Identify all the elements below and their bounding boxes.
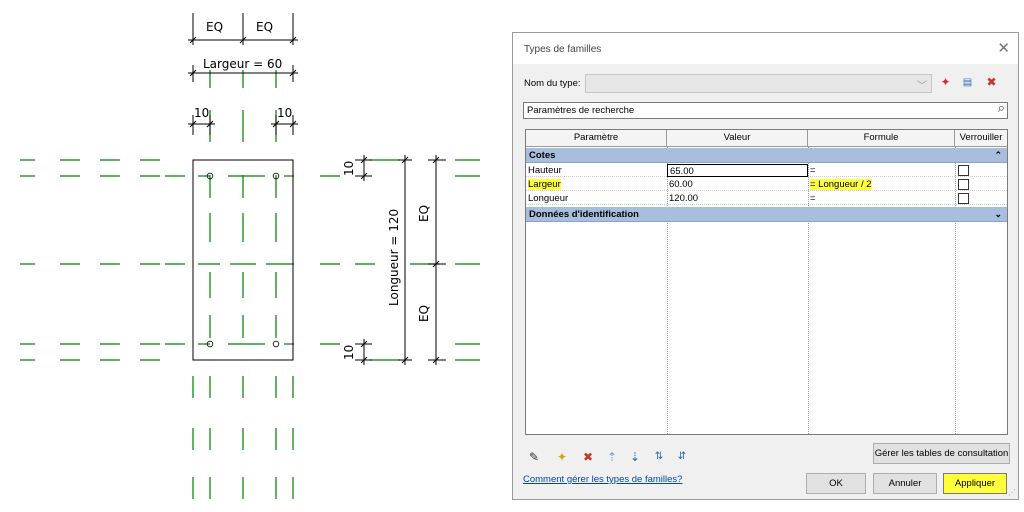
param-name: Longueur <box>528 193 569 204</box>
group-row-identification[interactable]: Données d'identification ⌄ <box>526 207 1007 222</box>
lock-checkbox[interactable] <box>958 165 969 176</box>
type-name-select[interactable]: ﹀ <box>585 74 932 93</box>
delete-type-icon[interactable]: ✖ <box>983 74 1000 91</box>
table-row[interactable]: Largeur 60.00 = Longueur / 2 <box>526 178 1007 191</box>
column-header-formule[interactable]: Formule <box>808 130 955 147</box>
reference-planes <box>20 70 480 499</box>
dialog-titlebar[interactable]: Types de familles ✕ <box>513 33 1018 64</box>
type-name-label: Nom du type: <box>524 78 581 89</box>
apply-button[interactable]: Appliquer <box>943 473 1007 494</box>
param-value-input[interactable]: 120.00 <box>667 192 808 205</box>
param-formula-input[interactable]: = Longueur / 2 <box>808 178 955 191</box>
param-formula-input[interactable]: = <box>808 164 955 177</box>
manage-lookup-tables-button[interactable]: Gérer les tables de consultation <box>873 443 1010 464</box>
sort-descending-icon[interactable]: ⇵ <box>673 449 691 465</box>
search-placeholder: Paramètres de recherche <box>527 105 635 116</box>
param-formula-highlight: = Longueur / 2 <box>810 179 872 190</box>
dim-eq-upper[interactable]: EQ <box>417 205 431 222</box>
help-link[interactable]: Comment gérer les types de familles? <box>523 474 682 485</box>
lock-checkbox[interactable] <box>958 179 969 190</box>
rename-type-icon[interactable]: ▤ <box>959 74 976 91</box>
param-name-highlight: Largeur <box>528 179 561 190</box>
move-up-icon[interactable]: ⇡ <box>603 449 621 465</box>
group-label: Données d'identification <box>529 209 639 220</box>
new-parameter-icon[interactable]: ✦ <box>553 449 571 465</box>
new-type-icon[interactable]: ✦ <box>937 74 954 91</box>
sort-ascending-icon[interactable]: ⇅ <box>650 449 668 465</box>
expand-icon[interactable]: ⌄ <box>994 207 1002 222</box>
collapse-icon[interactable]: ⌃ <box>994 148 1002 163</box>
cancel-button[interactable]: Annuler <box>873 473 937 494</box>
parameters-table: Paramètre Valeur Formule Verrouiller Cot… <box>525 129 1008 435</box>
dim-eq-left[interactable]: EQ <box>206 20 223 34</box>
dim-offset-top[interactable]: 10 <box>342 161 356 176</box>
column-header-parametre[interactable]: Paramètre <box>526 130 667 147</box>
resize-grip-icon[interactable]: ⋰ <box>1008 488 1016 497</box>
table-row[interactable]: Hauteur 65.00 = <box>526 164 1007 177</box>
group-label: Cotes <box>529 150 556 161</box>
group-row-cotes[interactable]: Cotes ⌃ <box>526 148 1007 163</box>
drawing-canvas: EQ EQ Largeur = 60 10 10 10 10 Longueur … <box>20 13 480 499</box>
column-header-valeur[interactable]: Valeur <box>667 130 808 147</box>
param-value-input[interactable]: 60.00 <box>667 178 808 191</box>
param-name: Hauteur <box>528 165 562 176</box>
table-row[interactable]: Longueur 120.00 = <box>526 192 1007 205</box>
column-header-verrouiller[interactable]: Verrouiller <box>955 130 1007 147</box>
param-name: Largeur <box>526 178 667 191</box>
dim-offset-left[interactable]: 10 <box>194 106 209 120</box>
move-down-icon[interactable]: ⇣ <box>626 449 644 465</box>
dim-offset-bottom[interactable]: 10 <box>342 345 356 360</box>
dim-offset-right[interactable]: 10 <box>277 106 292 120</box>
dim-largeur[interactable]: Largeur = 60 <box>203 57 282 71</box>
param-formula-input[interactable]: = <box>808 192 955 205</box>
param-value-input[interactable]: 65.00 <box>667 164 808 177</box>
search-input[interactable]: Paramètres de recherche ⌕ <box>523 100 1008 119</box>
edit-parameter-icon[interactable]: ✎ <box>525 449 543 465</box>
dialog-title: Types de familles <box>524 44 602 55</box>
ok-button[interactable]: OK <box>806 473 866 494</box>
dim-longueur[interactable]: Longueur = 120 <box>387 209 401 306</box>
delete-parameter-icon[interactable]: ✖ <box>579 449 597 465</box>
close-icon[interactable]: ✕ <box>997 39 1010 57</box>
dim-eq-right[interactable]: EQ <box>256 20 273 34</box>
chevron-down-icon[interactable]: ﹀ <box>917 77 927 92</box>
dim-eq-lower[interactable]: EQ <box>417 305 431 322</box>
family-types-dialog: Types de familles ✕ Nom du type: ﹀ ✦ ▤ ✖… <box>512 32 1019 500</box>
lock-checkbox[interactable] <box>958 193 969 204</box>
search-icon[interactable]: ⌕ <box>998 100 1005 116</box>
